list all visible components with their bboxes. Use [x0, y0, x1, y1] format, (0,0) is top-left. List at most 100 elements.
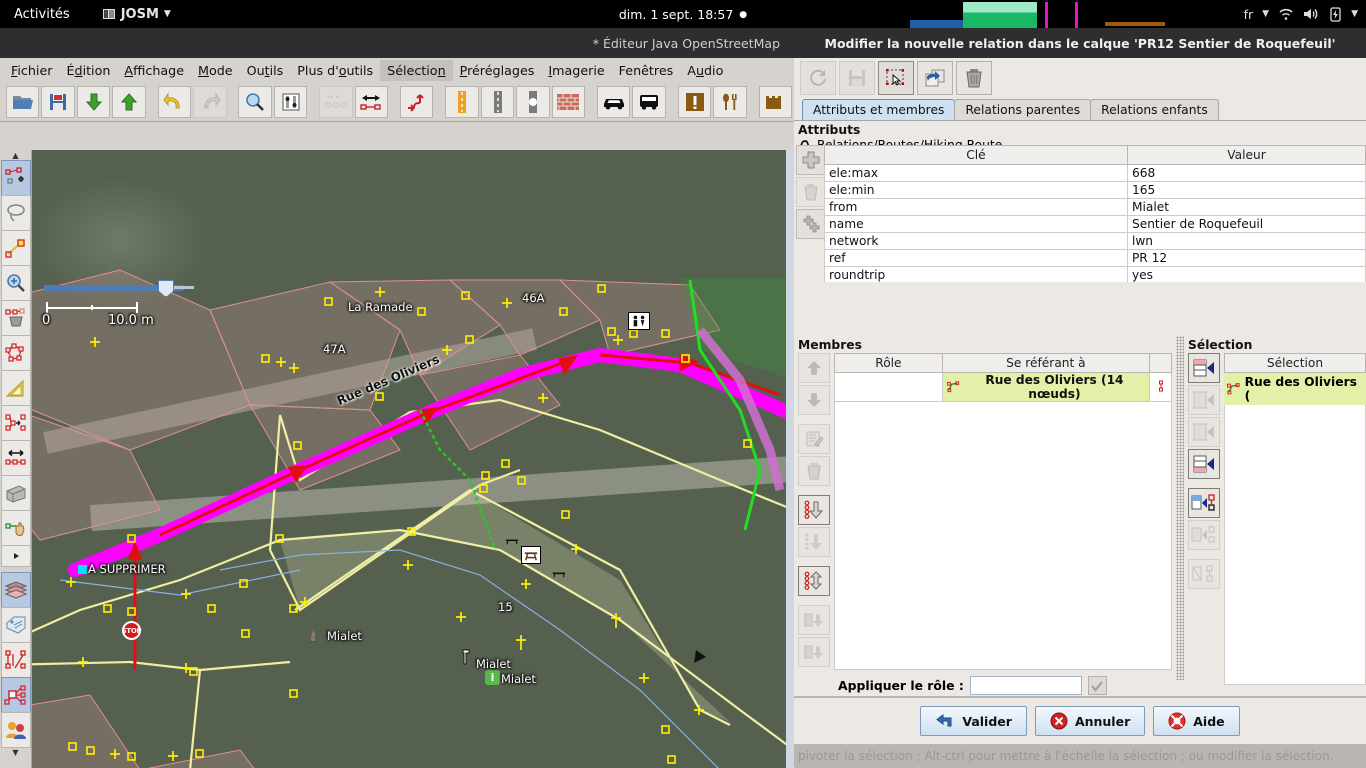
tag-key[interactable]: network [825, 233, 1128, 250]
preset-wall-button[interactable] [552, 86, 585, 118]
panel-splitter[interactable] [1176, 336, 1184, 680]
dialog-footer[interactable]: Valider Annuler Aide [794, 696, 1366, 744]
paste-tags-button[interactable] [796, 209, 826, 239]
tag-key[interactable]: from [825, 199, 1128, 216]
dialog-toolbar[interactable] [794, 58, 1366, 98]
open-file-button[interactable] [6, 86, 39, 118]
menu-edition[interactable]: Édition [59, 60, 117, 81]
mode-improve-way[interactable] [1, 335, 31, 371]
menu-selection[interactable]: Sélection [380, 60, 452, 81]
menubar[interactable]: Fichier Édition Affichage Mode Outils Pl… [0, 58, 794, 82]
map-vertical-scrollbar[interactable] [786, 150, 794, 768]
tag-key[interactable]: ref [825, 250, 1128, 267]
scroll-down-arrow-icon[interactable]: ▼ [0, 747, 32, 757]
mode-extrude[interactable] [1, 405, 31, 441]
preferences-button[interactable] [274, 86, 307, 118]
tag-value[interactable]: 165 [1127, 182, 1365, 199]
tag-value[interactable]: Mialet [1127, 199, 1365, 216]
mode-draw[interactable] [1, 230, 31, 266]
apply-role-input[interactable] [970, 676, 1082, 695]
add-tag-button[interactable] [796, 145, 826, 175]
member-refers-to[interactable]: Rue des Oliviers (14 nœuds) [942, 373, 1149, 402]
map-canvas[interactable]: i STOP La Ramade 47A 46A A SUPPRIMER Rue… [0, 150, 794, 768]
menu-fichier[interactable]: Fichier [4, 60, 59, 81]
tag-value[interactable]: PR 12 [1127, 250, 1365, 267]
menu-mode[interactable]: Mode [191, 60, 240, 81]
add-selection-bottom-button[interactable] [1188, 449, 1220, 479]
combine-way-button[interactable] [355, 86, 388, 118]
clock[interactable]: dim. 1 sept. 18:57● [0, 7, 1366, 22]
tag-key[interactable]: name [825, 216, 1128, 233]
menu-fenetres[interactable]: Fenêtres [612, 60, 681, 81]
selection-table[interactable]: Sélection [1224, 353, 1366, 373]
mode-delete[interactable] [1, 300, 31, 336]
chevron-down-icon[interactable]: ▼ [1351, 9, 1358, 19]
panel-tags[interactable] [1, 607, 31, 643]
menu-plus-outils[interactable]: Plus d'outils [290, 60, 380, 81]
menu-affichage[interactable]: Affichage [117, 60, 191, 81]
panel-layers[interactable] [1, 572, 31, 608]
tab-child-relations[interactable]: Relations enfants [1090, 99, 1219, 120]
mode-zoom[interactable] [1, 265, 31, 301]
panel-measure[interactable] [1, 642, 31, 678]
member-role[interactable] [835, 373, 943, 402]
mode-select[interactable] [1, 160, 31, 196]
add-selection-top-button[interactable] [1188, 353, 1220, 383]
validate-button[interactable]: Valider [920, 706, 1027, 736]
list-item[interactable]: Rue des Oliviers ( [1224, 373, 1366, 405]
information-poi-icon[interactable]: i [485, 670, 500, 685]
mode-drag-way[interactable] [1, 510, 31, 546]
bench-poi-icon[interactable] [550, 570, 568, 579]
picnic-table-poi-icon[interactable] [521, 546, 541, 564]
mode-lasso[interactable] [1, 195, 31, 231]
zoom-slider[interactable] [44, 282, 184, 294]
tag-key[interactable]: ele:max [825, 165, 1128, 182]
help-button[interactable]: Aide [1153, 706, 1239, 736]
tag-key[interactable]: roundtrip [825, 267, 1128, 283]
preset-bus-button[interactable] [632, 86, 665, 118]
mode-more[interactable] [1, 545, 31, 567]
panel-users[interactable] [1, 712, 31, 748]
reverse-way-button[interactable] [400, 86, 433, 118]
search-button[interactable] [238, 86, 271, 118]
attribute-buttons[interactable] [796, 145, 824, 282]
menu-outils[interactable]: Outils [240, 60, 291, 81]
monument-poi-icon[interactable] [308, 628, 319, 641]
toilets-poi-icon[interactable] [628, 312, 650, 330]
menu-audio[interactable]: Audio [680, 60, 730, 81]
duplicate-relation-button[interactable] [917, 61, 953, 95]
tag-key[interactable]: ele:min [825, 182, 1128, 199]
scroll-up-arrow-icon[interactable]: ▲ [0, 150, 32, 160]
download-incomplete-button[interactable] [798, 495, 830, 525]
system-tray[interactable]: fr ▼ ▼ [1244, 0, 1358, 28]
save-button[interactable] [41, 86, 74, 118]
tab-parent-relations[interactable]: Relations parentes [954, 99, 1091, 120]
upload-button[interactable] [112, 86, 145, 118]
tag-value[interactable]: lwn [1127, 233, 1365, 250]
delete-relation-button[interactable] [956, 61, 992, 95]
member-buttons[interactable] [794, 353, 834, 712]
apply-role-confirm-button[interactable] [1088, 676, 1107, 695]
bench-poi-icon[interactable] [503, 537, 521, 546]
reverse-members-button[interactable] [798, 566, 830, 596]
attributes-table[interactable]: Clé Valeur ele:max668 ele:min165 fromMia… [824, 145, 1366, 282]
tag-value[interactable]: Sentier de Roquefeuil [1127, 216, 1365, 233]
select-members-button[interactable] [878, 61, 914, 95]
preset-roundabout-button[interactable] [516, 86, 549, 118]
menu-prereglages[interactable]: Préréglages [453, 60, 542, 81]
map-mode-toolbar[interactable]: ▲ [0, 150, 32, 768]
mode-adjust[interactable] [1, 440, 31, 476]
selection-buttons[interactable] [1184, 353, 1224, 712]
select-relation-members-button[interactable] [1188, 488, 1220, 518]
tag-value[interactable]: 668 [1127, 165, 1365, 182]
tab-attributes-members[interactable]: Attributs et membres [802, 99, 955, 120]
tag-value[interactable]: yes [1127, 267, 1365, 283]
stop-sign-icon[interactable]: STOP [122, 621, 141, 640]
members-table[interactable]: Rôle Se référant à [834, 353, 1172, 670]
preset-road-button[interactable] [481, 86, 514, 118]
cancel-button[interactable]: Annuler [1035, 706, 1145, 736]
preset-residential-button[interactable] [445, 86, 478, 118]
preset-hazard-button[interactable] [678, 86, 711, 118]
activities-button[interactable]: Activités [0, 7, 84, 22]
preset-parking-button[interactable] [597, 86, 630, 118]
